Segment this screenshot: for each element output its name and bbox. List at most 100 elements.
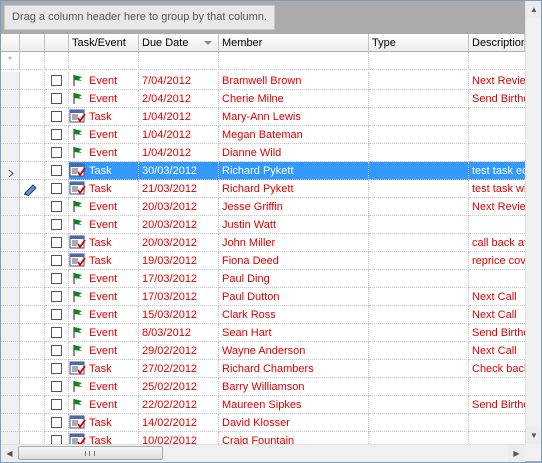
due-date-cell[interactable]: 20/03/2012 <box>139 234 219 252</box>
edit-cell[interactable] <box>20 360 45 378</box>
row-indicator[interactable] <box>1 90 20 108</box>
due-date-cell[interactable]: 1/04/2012 <box>139 108 219 126</box>
description-cell[interactable]: Send Birthday <box>469 90 525 108</box>
member-cell[interactable]: David Klosser <box>219 414 369 432</box>
due-date-cell[interactable]: 22/02/2012 <box>139 396 219 414</box>
column-header-edit[interactable] <box>20 34 45 52</box>
type-cell[interactable] <box>369 288 469 306</box>
member-cell[interactable]: Sean Hart <box>219 324 369 342</box>
type-cell[interactable] <box>369 108 469 126</box>
table-row[interactable]: Event 1/04/2012 Dianne Wild <box>1 144 525 162</box>
edit-cell[interactable] <box>20 126 45 144</box>
task-event-cell[interactable]: Event <box>69 126 139 144</box>
edit-cell[interactable] <box>20 234 45 252</box>
member-cell[interactable]: Richard Chambers <box>219 360 369 378</box>
description-cell[interactable]: reprice cover <box>469 252 525 270</box>
select-cell[interactable] <box>45 90 69 108</box>
row-checkbox[interactable] <box>51 417 62 428</box>
table-row[interactable]: Event 7/04/2012Bramwell Brown Next Review <box>1 72 525 90</box>
column-header-due-date[interactable]: Due Date <box>139 34 219 52</box>
row-checkbox[interactable] <box>51 363 62 374</box>
description-cell[interactable] <box>469 144 525 162</box>
column-header-member[interactable]: Member <box>219 34 369 52</box>
horizontal-scrollbar[interactable]: ◀ ▶ <box>1 444 525 462</box>
row-checkbox[interactable] <box>51 327 62 338</box>
type-cell[interactable] <box>369 432 469 444</box>
due-date-cell[interactable]: 14/02/2012 <box>139 414 219 432</box>
select-cell[interactable] <box>45 198 69 216</box>
due-date-cell[interactable]: 29/02/2012 <box>139 342 219 360</box>
edit-cell[interactable] <box>20 144 45 162</box>
type-cell[interactable] <box>369 234 469 252</box>
new-row-cell[interactable] <box>469 52 525 70</box>
scroll-left-arrow-icon[interactable]: ◀ <box>1 445 18 462</box>
row-indicator[interactable] <box>1 360 20 378</box>
task-event-cell[interactable]: Task <box>69 252 139 270</box>
row-indicator[interactable] <box>1 180 20 198</box>
type-cell[interactable] <box>369 126 469 144</box>
table-row[interactable]: Task 10/02/2012 Craig Fountain <box>1 432 525 444</box>
task-event-cell[interactable]: Event <box>69 198 139 216</box>
row-indicator[interactable] <box>1 270 20 288</box>
due-date-cell[interactable]: 20/03/2012 <box>139 216 219 234</box>
select-cell[interactable] <box>45 144 69 162</box>
member-cell[interactable]: Richard Pykett <box>219 180 369 198</box>
new-row-cell[interactable] <box>139 52 219 70</box>
row-indicator[interactable] <box>1 396 20 414</box>
due-date-cell[interactable]: 1/04/2012 <box>139 126 219 144</box>
member-cell[interactable]: Craig Fountain <box>219 432 369 444</box>
scroll-down-arrow-icon[interactable]: ▼ <box>526 427 541 444</box>
edit-cell[interactable] <box>20 288 45 306</box>
select-cell[interactable] <box>45 360 69 378</box>
table-row[interactable]: Event 2/04/2012Cherie Milne Send Birthday <box>1 90 525 108</box>
type-cell[interactable] <box>369 360 469 378</box>
table-row[interactable]: Event 17/03/2012 Paul Dutton Next Call <box>1 288 525 306</box>
row-indicator[interactable] <box>1 144 20 162</box>
member-cell[interactable]: Fiona Deed <box>219 252 369 270</box>
type-cell[interactable] <box>369 324 469 342</box>
table-row[interactable]: Task 21/03/2012Richard Pykett test task wi… <box>1 180 525 198</box>
member-cell[interactable]: Maureen Sipkes <box>219 396 369 414</box>
description-cell[interactable]: Next Call <box>469 288 525 306</box>
column-header-select[interactable] <box>45 34 69 52</box>
row-checkbox[interactable] <box>51 219 62 230</box>
edit-cell[interactable] <box>20 162 45 180</box>
column-header-task-event[interactable]: Task/Event <box>69 34 139 52</box>
member-cell[interactable]: Mary-Ann Lewis <box>219 108 369 126</box>
edit-cell[interactable] <box>20 378 45 396</box>
select-cell[interactable] <box>45 180 69 198</box>
type-cell[interactable] <box>369 198 469 216</box>
horizontal-scroll-thumb[interactable] <box>18 446 163 460</box>
new-row[interactable]: * <box>1 52 525 70</box>
group-by-panel[interactable]: Drag a column header here to group by th… <box>1 1 525 34</box>
edit-cell[interactable] <box>20 108 45 126</box>
table-row[interactable]: Event 17/03/2012 Paul Ding <box>1 270 525 288</box>
row-checkbox[interactable] <box>51 291 62 302</box>
table-row[interactable]: Event 20/03/2012Jesse Griffin Next Review <box>1 198 525 216</box>
table-row[interactable]: Task 19/03/2012Fiona Deed reprice cover <box>1 252 525 270</box>
type-cell[interactable] <box>369 378 469 396</box>
row-indicator[interactable] <box>1 72 20 90</box>
task-event-cell[interactable]: Task <box>69 432 139 444</box>
type-cell[interactable] <box>369 252 469 270</box>
due-date-cell[interactable]: 15/03/2012 <box>139 306 219 324</box>
description-cell[interactable] <box>469 378 525 396</box>
row-indicator[interactable] <box>1 126 20 144</box>
table-row[interactable]: Task 14/02/2012 David Klosser <box>1 414 525 432</box>
type-cell[interactable] <box>369 144 469 162</box>
scroll-up-arrow-icon[interactable]: ▲ <box>526 1 541 18</box>
select-cell[interactable] <box>45 270 69 288</box>
edit-cell[interactable] <box>20 216 45 234</box>
member-cell[interactable]: Richard Pykett <box>219 162 369 180</box>
task-event-cell[interactable]: Event <box>69 270 139 288</box>
edit-cell[interactable] <box>20 270 45 288</box>
select-cell[interactable] <box>45 72 69 90</box>
row-indicator[interactable] <box>1 198 20 216</box>
edit-cell[interactable] <box>20 72 45 90</box>
row-indicator[interactable] <box>1 324 20 342</box>
new-row-cell[interactable] <box>369 52 469 70</box>
row-indicator[interactable] <box>1 234 20 252</box>
edit-cell[interactable] <box>20 342 45 360</box>
table-row[interactable]: Event 22/02/2012Maureen Sipkes Send Birthd… <box>1 396 525 414</box>
task-event-cell[interactable]: Event <box>69 306 139 324</box>
